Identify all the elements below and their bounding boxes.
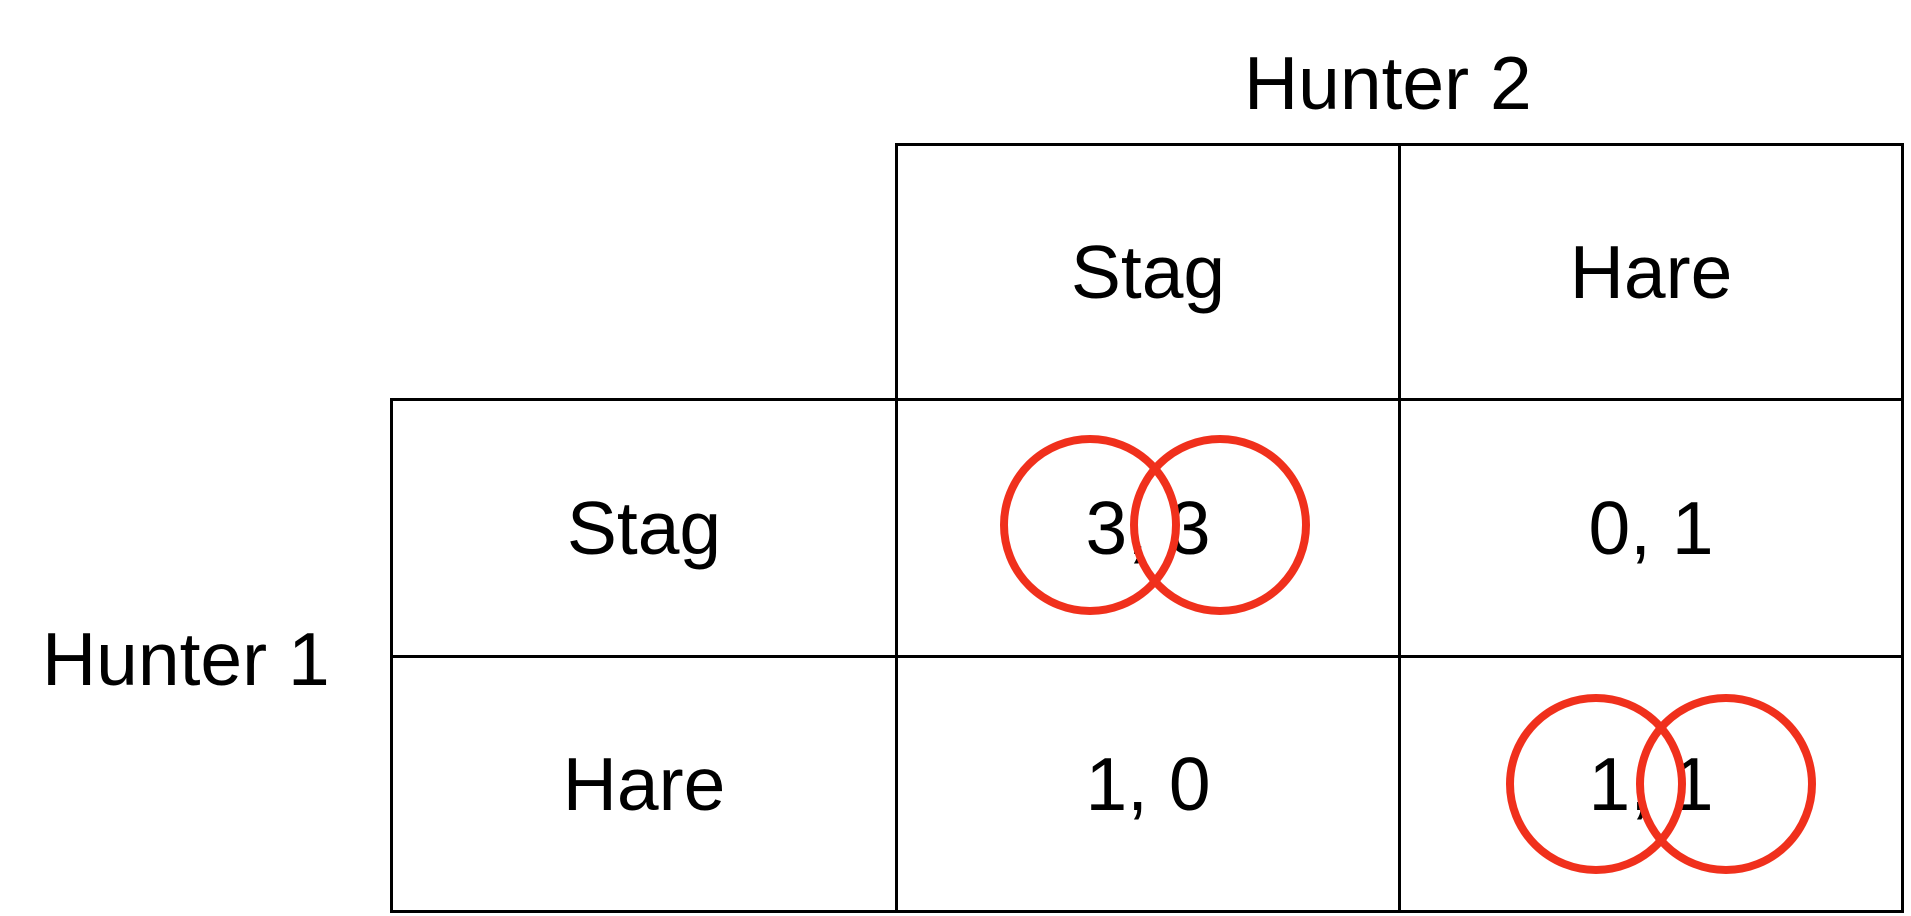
column-player-label: Hunter 2 bbox=[1244, 41, 1532, 125]
payoff-cell-stag-stag: 3, 3 bbox=[895, 398, 1401, 658]
payoff-cell-hare-hare: 1, 1 bbox=[1398, 655, 1904, 913]
payoff-cell-stag-hare: 0, 1 bbox=[1398, 398, 1904, 658]
payoff-cell-hare-stag: 1, 0 bbox=[895, 655, 1401, 913]
column-header-hare: Hare bbox=[1398, 143, 1904, 401]
row-player-label: Hunter 1 bbox=[42, 617, 330, 701]
column-header-stag: Stag bbox=[895, 143, 1401, 401]
row-header-hare: Hare bbox=[390, 655, 898, 913]
row-header-stag: Stag bbox=[390, 398, 898, 658]
